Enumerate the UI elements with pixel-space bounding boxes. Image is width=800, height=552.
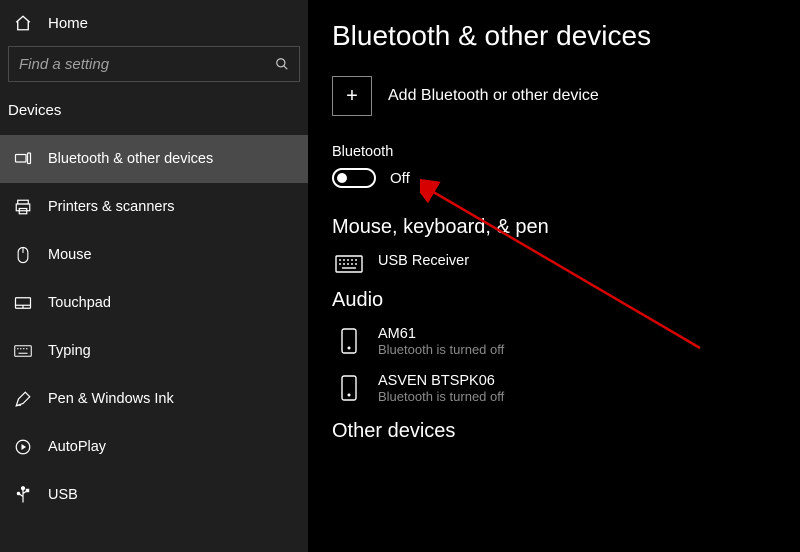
add-device-label: Add Bluetooth or other device xyxy=(388,87,599,105)
touchpad-icon xyxy=(12,296,34,310)
sidebar-item-typing[interactable]: Typing xyxy=(0,327,308,375)
audio-device-icon xyxy=(332,326,366,354)
usb-icon xyxy=(12,486,34,504)
device-status: Bluetooth is turned off xyxy=(378,389,504,404)
sidebar-item-label: Pen & Windows Ink xyxy=(48,391,174,407)
section-other-heading: Other devices xyxy=(332,420,776,443)
home-nav[interactable]: Home xyxy=(0,0,308,46)
sidebar-item-printers[interactable]: Printers & scanners xyxy=(0,183,308,231)
add-device-button[interactable]: + Add Bluetooth or other device xyxy=(332,76,776,116)
sidebar: Home Devices Bluetooth & other devices xyxy=(0,0,308,552)
search-icon xyxy=(275,57,289,71)
keyboard-icon xyxy=(332,253,366,273)
category-heading: Devices xyxy=(0,92,308,129)
device-asven-btspk06[interactable]: ASVEN BTSPK06 Bluetooth is turned off xyxy=(332,373,776,404)
sidebar-item-autoplay[interactable]: AutoPlay xyxy=(0,423,308,471)
pen-icon xyxy=(12,390,34,408)
sidebar-item-label: Printers & scanners xyxy=(48,199,175,215)
device-status: Bluetooth is turned off xyxy=(378,342,504,357)
sidebar-item-label: Mouse xyxy=(48,247,92,263)
audio-device-icon xyxy=(332,373,366,401)
page-title: Bluetooth & other devices xyxy=(332,20,776,52)
main-panel: Bluetooth & other devices + Add Bluetoot… xyxy=(308,0,800,552)
mouse-icon xyxy=(12,246,34,264)
search-field[interactable] xyxy=(19,56,275,73)
printer-icon xyxy=(12,198,34,216)
sidebar-item-label: USB xyxy=(48,487,78,503)
keyboard-icon xyxy=(12,345,34,357)
sidebar-item-label: Typing xyxy=(48,343,91,359)
home-icon xyxy=(12,14,34,32)
device-name: ASVEN BTSPK06 xyxy=(378,373,504,389)
autoplay-icon xyxy=(12,438,34,456)
bluetooth-toggle[interactable] xyxy=(332,168,376,188)
sidebar-item-mouse[interactable]: Mouse xyxy=(0,231,308,279)
sidebar-item-touchpad[interactable]: Touchpad xyxy=(0,279,308,327)
home-label: Home xyxy=(48,15,88,32)
section-audio-heading: Audio xyxy=(332,289,776,312)
device-name: AM61 xyxy=(378,326,504,342)
sidebar-item-pen[interactable]: Pen & Windows Ink xyxy=(0,375,308,423)
search-input[interactable] xyxy=(8,46,300,82)
device-am61[interactable]: AM61 Bluetooth is turned off xyxy=(332,326,776,357)
bluetooth-state: Off xyxy=(390,170,410,187)
sidebar-item-label: Touchpad xyxy=(48,295,111,311)
sidebar-item-label: AutoPlay xyxy=(48,439,106,455)
section-mouse-kb-pen-heading: Mouse, keyboard, & pen xyxy=(332,216,776,239)
sidebar-item-label: Bluetooth & other devices xyxy=(48,151,213,167)
sidebar-nav: Bluetooth & other devices Printers & sca… xyxy=(0,135,308,519)
device-name: USB Receiver xyxy=(378,253,469,269)
devices-icon xyxy=(12,151,34,167)
sidebar-item-usb[interactable]: USB xyxy=(0,471,308,519)
plus-icon: + xyxy=(332,76,372,116)
bluetooth-label: Bluetooth xyxy=(332,144,776,160)
device-usb-receiver[interactable]: USB Receiver xyxy=(332,253,776,273)
sidebar-item-bluetooth-devices[interactable]: Bluetooth & other devices xyxy=(0,135,308,183)
